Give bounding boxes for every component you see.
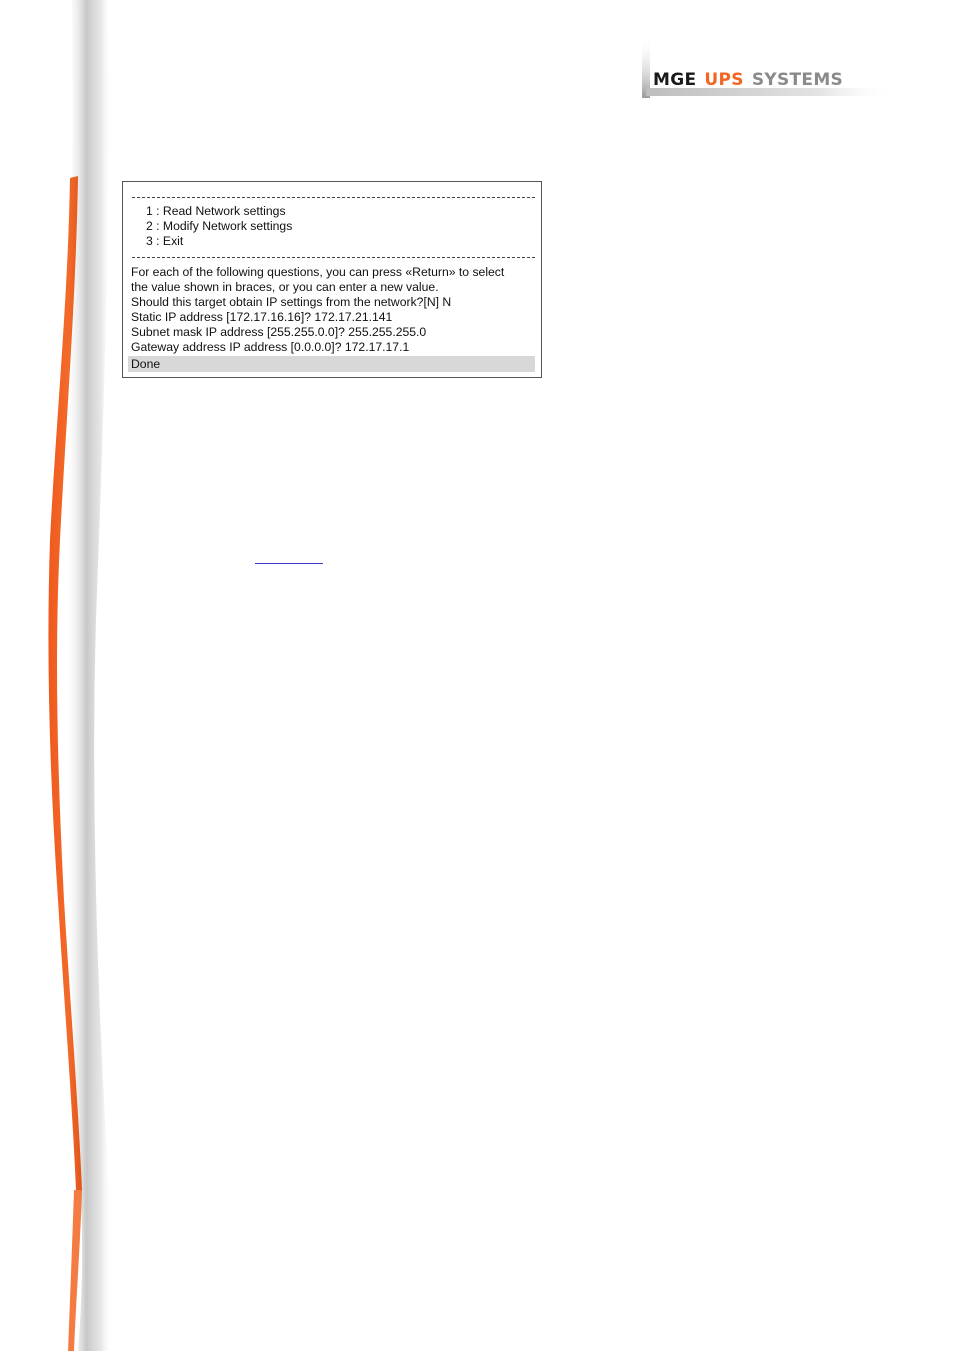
- terminal-line: For each of the following questions, you…: [131, 265, 505, 279]
- separator-line: [132, 257, 535, 258]
- company-logo: MGE UPS SYSTEMS: [642, 36, 902, 100]
- decorative-ribbon: [48, 0, 113, 1351]
- terminal-screenshot: 1 : Read Network settings 2 : Modify Net…: [122, 181, 542, 378]
- logo-word-systems: SYSTEMS: [751, 70, 844, 90]
- hyperlink-underline[interactable]: [255, 563, 323, 564]
- menu-item-exit: 3 : Exit: [146, 234, 184, 248]
- terminal-line: Static IP address [172.17.16.16]? 172.17…: [131, 310, 393, 324]
- terminal-line: Should this target obtain IP settings fr…: [131, 295, 452, 309]
- terminal-line: Gateway address IP address [0.0.0.0]? 17…: [131, 340, 410, 354]
- logo-wordmark: MGE UPS SYSTEMS: [653, 70, 851, 90]
- menu-item-modify-network: 2 : Modify Network settings: [146, 219, 293, 233]
- separator-line: [132, 197, 535, 198]
- terminal-line: Subnet mask IP address [255.255.0.0]? 25…: [131, 325, 427, 339]
- logo-word-mge: MGE: [653, 70, 697, 90]
- logo-word-ups: UPS: [704, 70, 744, 90]
- menu-item-read-network: 1 : Read Network settings: [146, 204, 286, 218]
- logo-shadow-shape: [642, 36, 896, 98]
- status-done-text: Done: [131, 357, 161, 371]
- terminal-line: the value shown in braces, or you can en…: [131, 280, 439, 294]
- status-highlight-bar: [128, 356, 535, 372]
